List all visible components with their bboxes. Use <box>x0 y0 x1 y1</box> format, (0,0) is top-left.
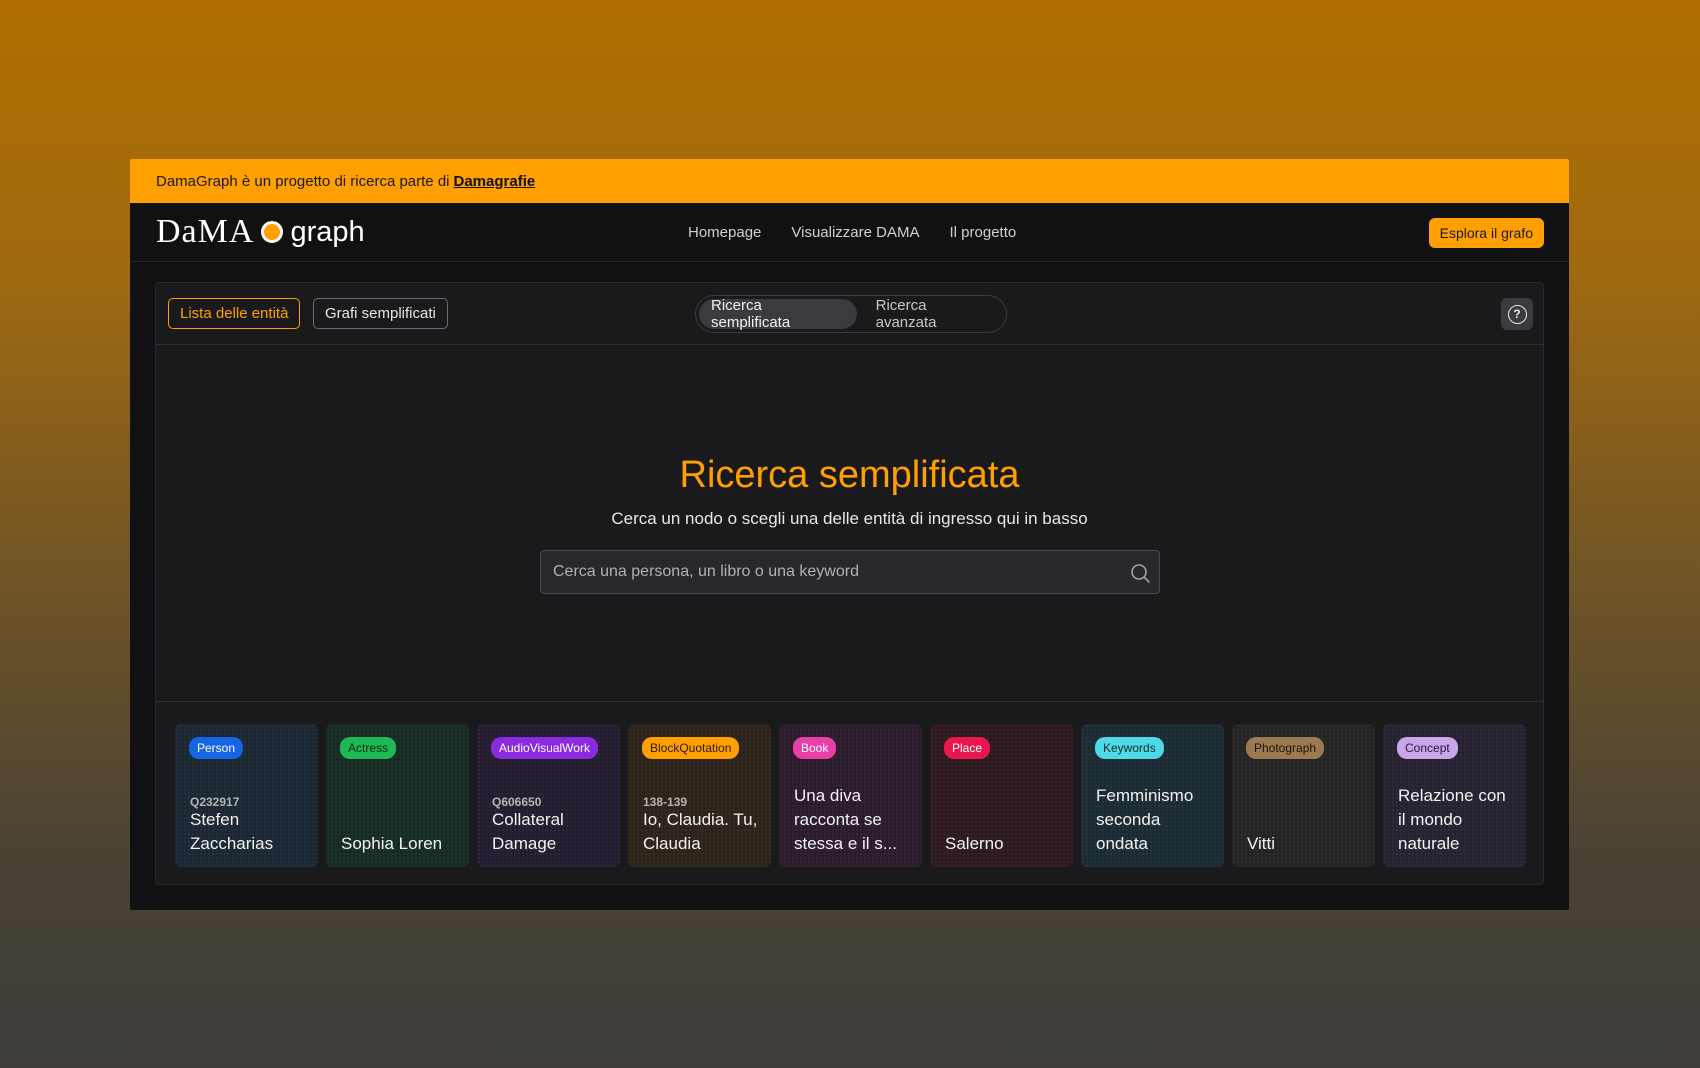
entity-card[interactable]: Actress Sophia Loren <box>326 724 469 867</box>
entity-type-badge: BlockQuotation <box>642 737 740 759</box>
logo-graph-text: graph <box>290 215 365 248</box>
header: DaMA graph Homepage Visualizzare DAMA Il… <box>130 203 1569 262</box>
entity-card[interactable]: BlockQuotation 138-139 Io, Claudia. Tu, Cl… <box>628 724 771 867</box>
entity-type-badge: AudioVisualWork <box>491 737 598 759</box>
banner-text: DamaGraph è un progetto di ricerca parte… <box>156 172 450 190</box>
entity-title: Relazione con il mondo naturale <box>1398 786 1506 853</box>
entity-type-badge: Concept <box>1397 737 1458 759</box>
nav-homepage[interactable]: Homepage <box>688 224 761 241</box>
entity-title: Sophia Loren <box>341 834 443 853</box>
damagrafie-link[interactable]: Damagrafie <box>454 173 536 190</box>
search-icon[interactable] <box>1129 562 1151 584</box>
search-mode-toggle: Ricerca semplificata Ricerca avanzata <box>695 295 1007 333</box>
search-panel: Lista delle entità Grafi semplificati Ri… <box>155 282 1544 885</box>
nav-visualizzare-dama[interactable]: Visualizzare DAMA <box>791 224 919 241</box>
entity-type-badge: Photograph <box>1246 737 1325 759</box>
tab-simplified-search[interactable]: Ricerca semplificata <box>699 297 857 331</box>
panel-toolbar: Lista delle entità Grafi semplificati Ri… <box>156 283 1543 345</box>
logo-dama-text: DaMA <box>156 213 255 250</box>
entity-title: Stefen Zaccharias <box>190 810 274 853</box>
entity-card[interactable]: Book Una diva racconta se stessa e il s..… <box>779 724 922 867</box>
entry-entity-cards: Person Q232917 Stefen Zaccharias Actress Sop… <box>175 724 1526 867</box>
tab-advanced-search[interactable]: Ricerca avanzata <box>864 297 1003 331</box>
simplified-graphs-button[interactable]: Grafi semplificati <box>313 298 448 329</box>
entity-title: Vitti <box>1247 834 1276 853</box>
app-window: DamaGraph è un progetto di ricerca parte… <box>130 159 1569 910</box>
entity-title: Salerno <box>945 834 1004 853</box>
explore-graph-button[interactable]: Esplora il grafo <box>1428 218 1544 248</box>
entity-title: Io, Claudia. Tu, Claudia <box>643 810 758 853</box>
entity-card[interactable]: Photograph Vitti <box>1232 724 1375 867</box>
entity-card[interactable]: Keywords Femminismo seconda ondata <box>1081 724 1224 867</box>
page-subtitle: Cerca un nodo o scegli una delle entità … <box>611 509 1088 528</box>
question-circle-icon: ? <box>1507 304 1527 324</box>
entity-card[interactable]: Place Salerno <box>930 724 1073 867</box>
help-button[interactable]: ? <box>1501 298 1533 330</box>
logo-dot-icon <box>261 221 284 243</box>
entity-type-badge: Place <box>944 737 991 759</box>
nav-il-progetto[interactable]: Il progetto <box>950 224 1017 241</box>
entity-id: Q232917 <box>190 795 240 809</box>
top-banner: DamaGraph è un progetto di ricerca parte… <box>130 159 1569 203</box>
entity-card[interactable]: Person Q232917 Stefen Zaccharias <box>175 724 318 867</box>
page-title: Ricerca semplificata <box>679 454 1020 496</box>
entity-card[interactable]: AudioVisualWork Q606650 Collateral Damage <box>477 724 620 867</box>
entity-card[interactable]: Concept Relazione con il mondo naturale <box>1383 724 1526 867</box>
entity-list-button[interactable]: Lista delle entità <box>168 298 301 329</box>
entity-id: 138-139 <box>643 795 688 809</box>
entity-title: Femminismo seconda ondata <box>1096 786 1194 853</box>
search-input[interactable] <box>541 551 1159 593</box>
entity-title: Collateral Damage <box>492 810 564 853</box>
main-nav: Homepage Visualizzare DAMA Il progetto <box>688 203 1016 262</box>
entity-type-badge: Actress <box>340 737 397 759</box>
entity-type-badge: Keywords <box>1095 737 1164 759</box>
entity-id: Q606650 <box>492 795 542 809</box>
search-box <box>540 550 1160 594</box>
logo[interactable]: DaMA graph <box>156 213 365 251</box>
entity-type-badge: Book <box>793 737 837 759</box>
search-hero: Ricerca semplificata Cerca un nodo o sce… <box>156 345 1543 702</box>
entity-title: Una diva racconta se stessa e il s... <box>794 786 897 853</box>
entity-type-badge: Person <box>189 737 244 759</box>
